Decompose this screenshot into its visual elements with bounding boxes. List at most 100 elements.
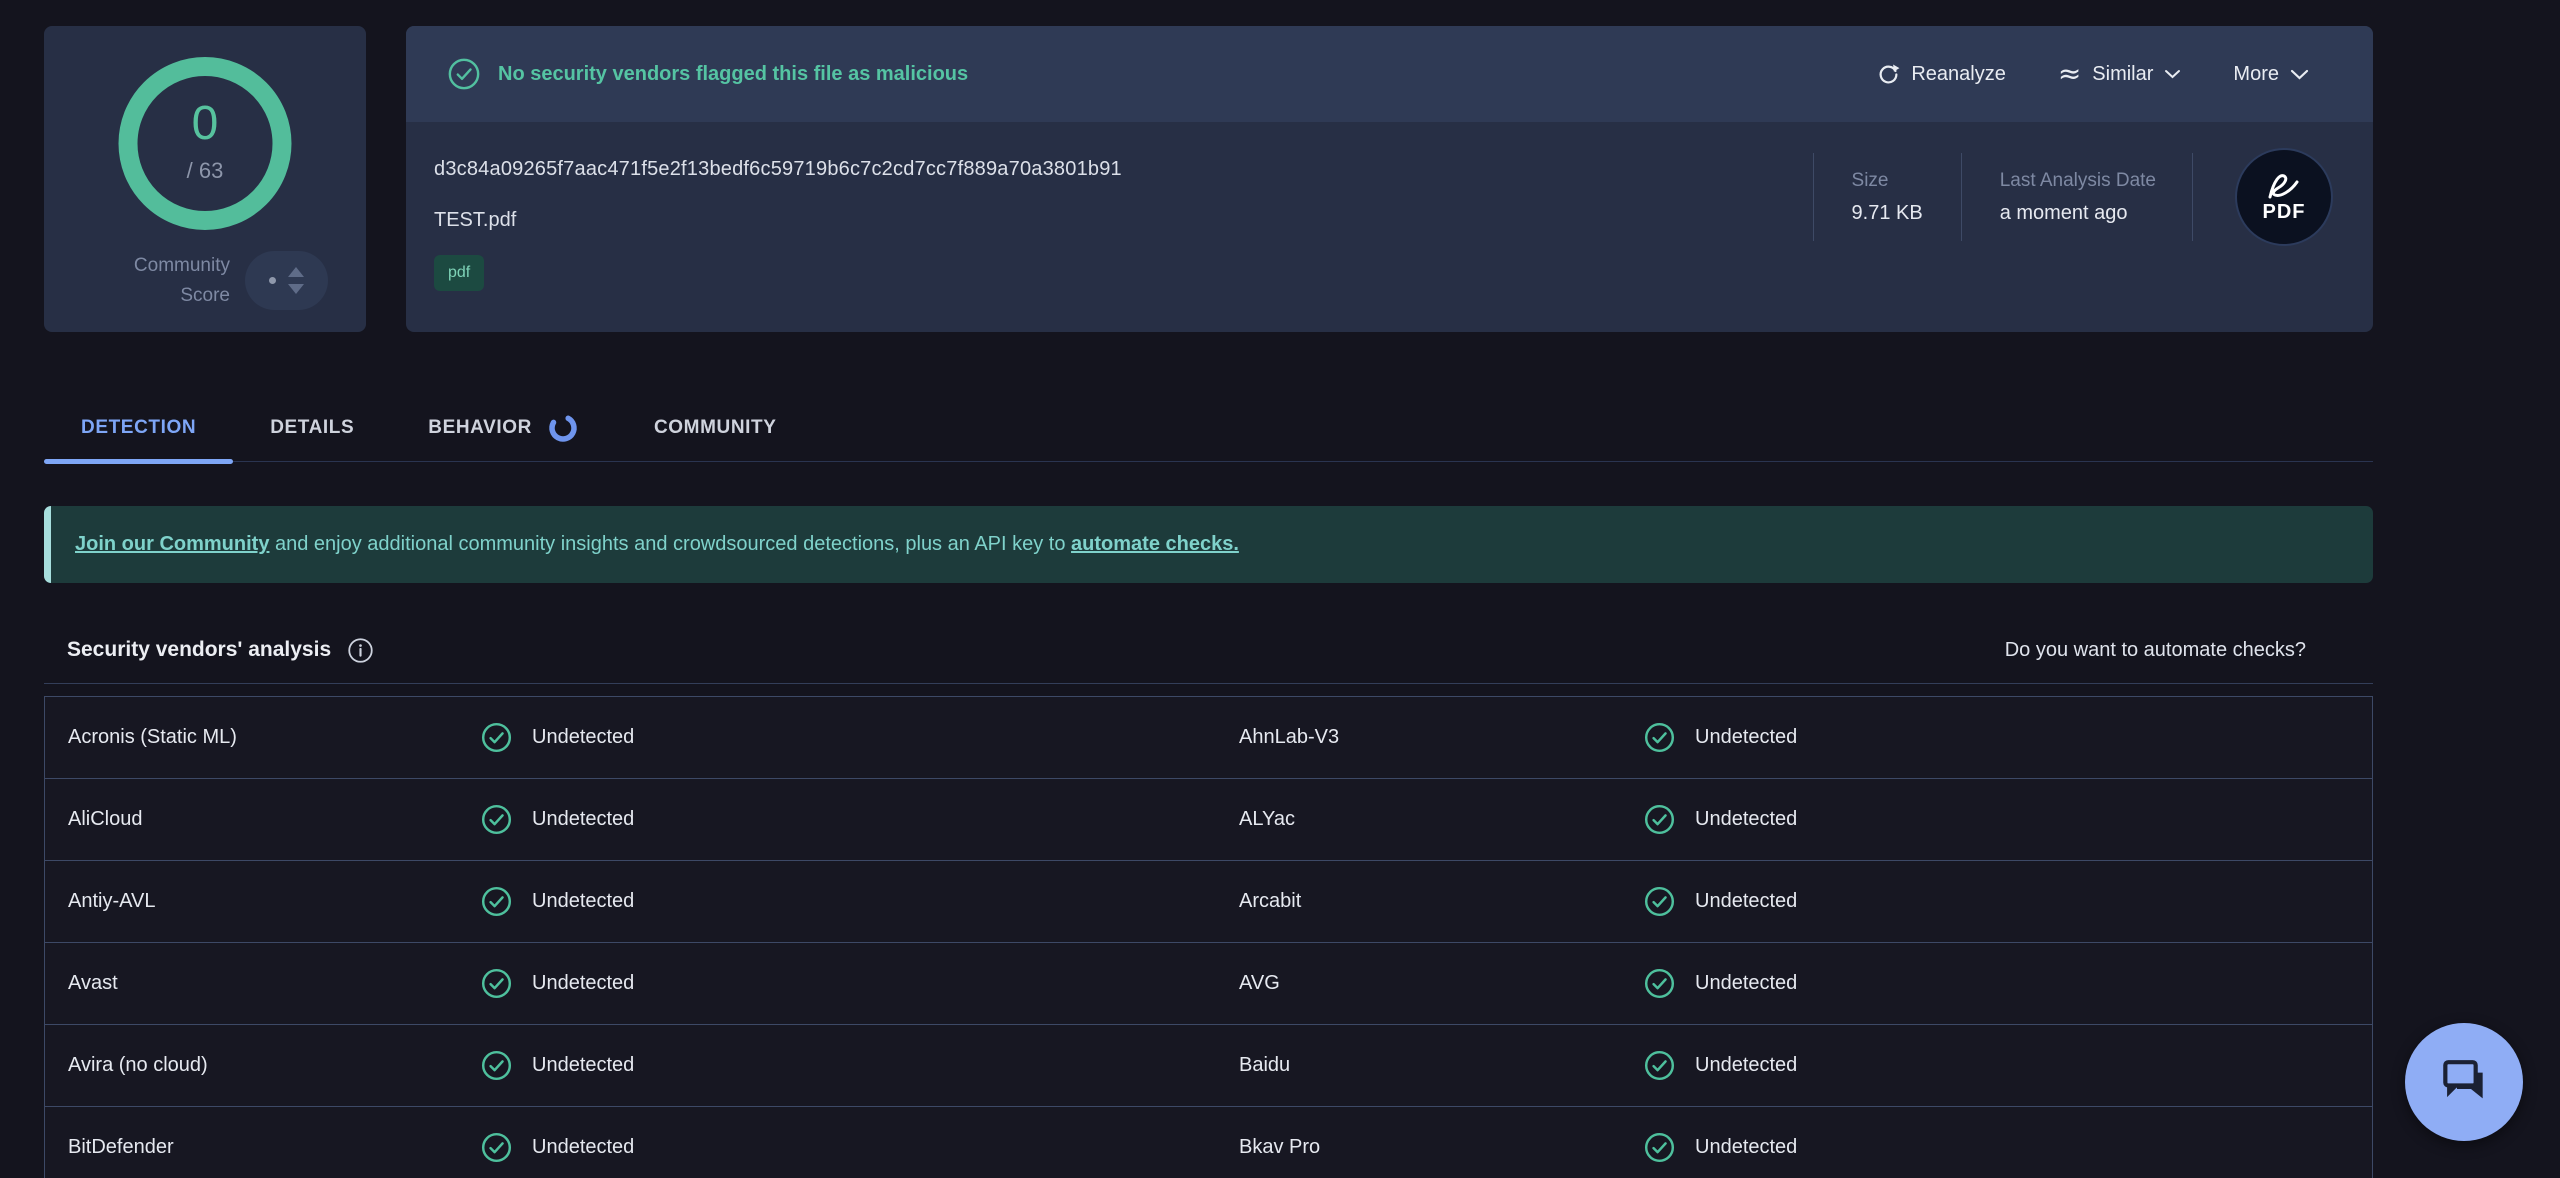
info-icon[interactable]: [347, 637, 374, 664]
detection-status-label: Undetected: [532, 890, 634, 913]
undetected-check-icon: [1644, 1050, 1675, 1081]
detection-score-ring: 0 / 63: [119, 57, 292, 230]
detection-status-label: Undetected: [1695, 890, 1797, 913]
tab-community[interactable]: COMMUNITY: [617, 394, 814, 461]
verdict-banner: No security vendors flagged this file as…: [406, 26, 2373, 122]
community-banner-middle: and enjoy additional community insights …: [269, 533, 1071, 555]
more-label: More: [2233, 63, 2279, 86]
undetected-check-icon: [1644, 968, 1675, 999]
undetected-check-icon: [481, 1132, 512, 1163]
automate-checks-prompt[interactable]: Do you want to automate checks?: [2005, 639, 2306, 662]
section-title: Security vendors' analysis: [67, 638, 331, 662]
vote-up-icon[interactable]: [288, 267, 304, 277]
detection-result: Undetected: [1644, 1132, 2372, 1163]
detection-status-label: Undetected: [532, 1054, 634, 1077]
table-row: Avast Undetected AVG: [45, 943, 2372, 1025]
detection-result: Undetected: [1644, 722, 2372, 753]
vendor-name: Avast: [45, 972, 481, 995]
community-score-label: Community Score: [134, 251, 230, 310]
detection-status-label: Undetected: [1695, 726, 1797, 749]
size-value: 9.71 KB: [1852, 202, 1923, 225]
community-banner-text: Join our Community and enjoy additional …: [75, 533, 1239, 556]
detection-result: Undetected: [1644, 804, 2372, 835]
detection-result: Undetected: [1644, 886, 2372, 917]
undetected-check-icon: [1644, 804, 1675, 835]
vendors-analysis-header: Security vendors' analysis Do you want t…: [44, 630, 2373, 670]
divider: [2192, 153, 2193, 241]
file-tag-pdf[interactable]: pdf: [434, 255, 484, 291]
detection-status-label: Undetected: [532, 808, 634, 831]
vendor-name: Acronis (Static ML): [45, 726, 481, 749]
detection-result: Undetected: [481, 886, 1239, 917]
action-buttons: Reanalyze ≈ Similar More: [1877, 63, 2309, 86]
tab-detection[interactable]: DETECTION: [44, 394, 233, 461]
vendor-name: AliCloud: [45, 808, 481, 831]
last-analysis-label: Last Analysis Date: [2000, 170, 2156, 192]
detection-status-label: Undetected: [1695, 1136, 1797, 1159]
vendor-name: Bkav Pro: [1239, 1136, 1644, 1159]
detection-status-label: Undetected: [532, 726, 634, 749]
detection-result: Undetected: [481, 1132, 1239, 1163]
vendor-name: ALYac: [1239, 808, 1644, 831]
vote-down-icon[interactable]: [288, 284, 304, 294]
undetected-check-icon: [1644, 722, 1675, 753]
automate-checks-link[interactable]: automate checks.: [1071, 533, 1239, 555]
detection-result: Undetected: [481, 804, 1239, 835]
undetected-check-icon: [481, 804, 512, 835]
table-row: Avira (no cloud) Undetected Baidu: [45, 1025, 2372, 1107]
detection-score: 0: [192, 100, 219, 148]
undetected-check-icon: [481, 1050, 512, 1081]
size-label: Size: [1852, 170, 1923, 192]
last-analysis-value: a moment ago: [2000, 202, 2156, 225]
refresh-icon: [1877, 63, 1900, 86]
file-size: Size 9.71 KB: [1814, 170, 1961, 225]
community-vote-widget[interactable]: [245, 251, 328, 310]
tab-community-label: COMMUNITY: [654, 417, 777, 439]
chat-support-button[interactable]: [2405, 1023, 2523, 1141]
detection-status-label: Undetected: [1695, 972, 1797, 995]
reanalyze-label: Reanalyze: [1911, 63, 2006, 86]
detection-result: Undetected: [481, 722, 1239, 753]
report-tabs: DETECTION DETAILS BEHAVIOR COMMUNITY: [44, 394, 2373, 462]
similar-button[interactable]: ≈ Similar: [2058, 63, 2182, 86]
vendor-name: Baidu: [1239, 1054, 1644, 1077]
security-vendors-table: Acronis (Static ML) Undetected AhnLab-V3: [44, 696, 2373, 1178]
undetected-check-icon: [1644, 886, 1675, 917]
tab-behavior[interactable]: BEHAVIOR: [391, 394, 617, 461]
file-meta: Size 9.71 KB Last Analysis Date a moment…: [1813, 148, 2333, 246]
chevron-down-icon: [2164, 69, 2181, 79]
tab-details[interactable]: DETAILS: [233, 394, 391, 461]
file-info: d3c84a09265f7aac471f5e2f13bedf6c59719b6c…: [406, 122, 2373, 291]
chevron-down-icon: [2290, 69, 2309, 80]
detection-result: Undetected: [1644, 1050, 2372, 1081]
virustotal-file-report-page: 0 / 63 Community Score No security vendo: [0, 0, 2560, 1178]
vendor-name: AVG: [1239, 972, 1644, 995]
detection-status-label: Undetected: [1695, 808, 1797, 831]
verdict-message: No security vendors flagged this file as…: [447, 57, 1877, 91]
tab-behavior-label: BEHAVIOR: [428, 417, 532, 439]
reanalyze-button[interactable]: Reanalyze: [1877, 63, 2006, 86]
detection-score-total: / 63: [187, 158, 224, 184]
table-row: Antiy-AVL Undetected Arcabit: [45, 861, 2372, 943]
detection-result: Undetected: [481, 1050, 1239, 1081]
waves-icon: ≈: [2058, 66, 2081, 82]
more-button[interactable]: More: [2233, 63, 2309, 86]
join-community-banner: Join our Community and enjoy additional …: [44, 506, 2373, 583]
vendor-name: Avira (no cloud): [45, 1054, 481, 1077]
adobe-pdf-icon: [2264, 172, 2304, 200]
join-community-link[interactable]: Join our Community: [75, 533, 269, 555]
file-summary-panel: No security vendors flagged this file as…: [406, 26, 2373, 332]
detection-status-label: Undetected: [532, 1136, 634, 1159]
file-type-badge: PDF: [2235, 148, 2333, 246]
up-down-vote-arrows-icon[interactable]: [288, 267, 304, 294]
detection-result: Undetected: [1644, 968, 2372, 999]
last-analysis-date: Last Analysis Date a moment ago: [1962, 170, 2192, 225]
check-circle-icon: [447, 57, 481, 91]
vendor-name: AhnLab-V3: [1239, 726, 1644, 749]
undetected-check-icon: [1644, 1132, 1675, 1163]
verdict-text: No security vendors flagged this file as…: [498, 63, 968, 86]
community-score-card: 0 / 63 Community Score: [44, 26, 366, 332]
score-footer: Community Score: [44, 251, 328, 310]
vendor-name: Antiy-AVL: [45, 890, 481, 913]
similar-label: Similar: [2092, 63, 2153, 86]
